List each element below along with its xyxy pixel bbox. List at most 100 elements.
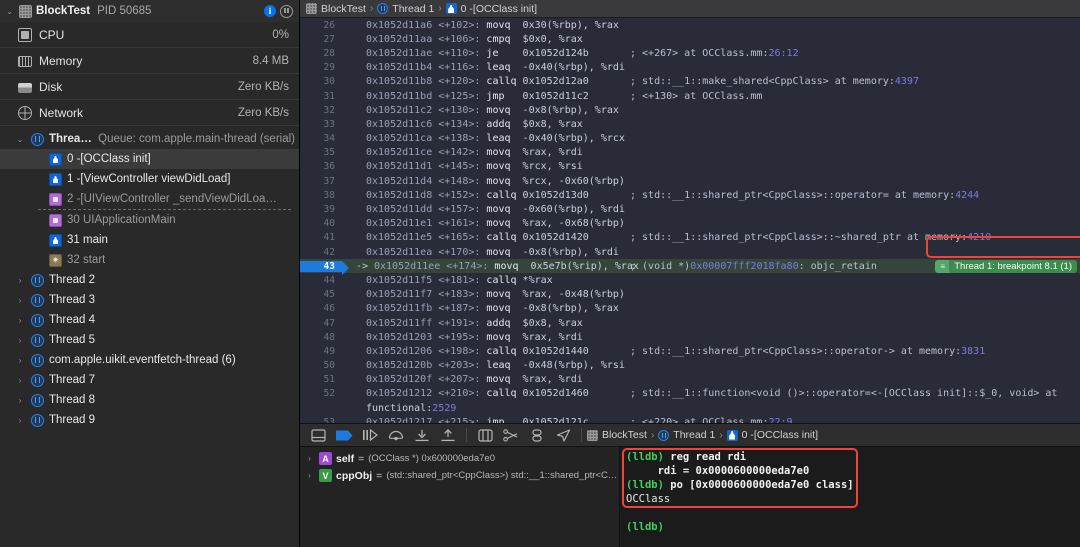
assembly-row[interactable]: 330x1052d11c6 <+134>: addq $0x8, %rax xyxy=(300,117,1080,131)
debug-memory-graph-icon[interactable] xyxy=(498,424,524,446)
assembly-row[interactable]: 510x1052d120f <+207>: movq %rax, %rdi xyxy=(300,373,1080,387)
gauge-row-memory[interactable]: Memory8.4 MB xyxy=(0,48,299,74)
thread-list-item[interactable]: 1 -[ViewController viewDidLoad] xyxy=(0,169,299,189)
assembly-listing[interactable]: 260x1052d11a6 <+102>: movq 0x30(%rbp), %… xyxy=(300,18,1080,423)
thread-list-item[interactable]: 31 main xyxy=(0,230,299,250)
variables-view[interactable]: ›Aself = (OCClass *) 0x600000eda7e0›Vcpp… xyxy=(300,447,620,547)
thread-list-item[interactable]: ⌄Thread 1Queue: com.apple.main-thread (s… xyxy=(0,129,299,149)
assembly-row[interactable]: 440x1052d11f5 <+181>: callq *%rax xyxy=(300,273,1080,287)
assembly-row[interactable]: 380x1052d11d8 <+152>: callq 0x1052d13d0;… xyxy=(300,188,1080,202)
process-disclosure-icon[interactable]: ⌄ xyxy=(4,7,15,16)
disclosure-triangle-icon[interactable]: › xyxy=(14,336,26,345)
assembly-row[interactable]: 520x1052d1212 <+210>: callq 0x1052d1460;… xyxy=(300,387,1080,401)
assembly-row[interactable]: 300x1052d11b8 <+120>: callq 0x1052d12a0;… xyxy=(300,75,1080,89)
breadcrumb-item-frame[interactable]: 0 -[OCClass init] xyxy=(446,3,537,15)
disclosure-triangle-icon[interactable]: › xyxy=(14,276,26,285)
step-over-icon[interactable] xyxy=(383,424,409,446)
disclosure-triangle-icon[interactable]: › xyxy=(304,471,315,480)
gauge-row-network[interactable]: NetworkZero KB/s xyxy=(0,100,299,126)
debug-breadcrumb-item-process[interactable]: BlockTest xyxy=(587,429,647,441)
debug-view-hierarchy-icon[interactable] xyxy=(472,424,498,446)
thread-label: 30 UIApplicationMain xyxy=(67,214,176,226)
breadcrumb-label: 0 -[OCClass init] xyxy=(461,3,537,15)
variable-row[interactable]: ›Aself = (OCClass *) 0x600000eda7e0 xyxy=(300,450,619,467)
assembly-row[interactable]: 340x1052d11ca <+138>: leaq -0x40(%rbp), … xyxy=(300,132,1080,146)
instruction-mnemonic: movq xyxy=(486,20,522,31)
assembly-row[interactable]: 270x1052d11aa <+106>: cmpq $0x0, %rax xyxy=(300,32,1080,46)
assembly-row[interactable]: 480x1052d1203 <+195>: movq %rax, %rdi xyxy=(300,330,1080,344)
disclosure-triangle-icon[interactable]: › xyxy=(14,376,26,385)
info-icon[interactable]: i xyxy=(264,5,276,17)
assembly-row[interactable]: 460x1052d11fb <+187>: movq -0x8(%rbp), %… xyxy=(300,302,1080,316)
assembly-row-current[interactable]: 43->0x1052d11ee <+174>: movq 0x5e7b(%rip… xyxy=(300,259,1080,273)
lldb-console[interactable]: (lldb) reg read rdi rdi = 0x0000600000ed… xyxy=(620,447,1080,547)
assembly-row[interactable]: 360x1052d11d1 <+145>: movq %rcx, %rsi xyxy=(300,160,1080,174)
disclosure-triangle-icon[interactable]: › xyxy=(304,454,315,463)
assembly-row[interactable]: 260x1052d11a6 <+102>: movq 0x30(%rbp), %… xyxy=(300,18,1080,32)
instruction-address: 0x1052d120b xyxy=(366,360,438,371)
assembly-row[interactable]: 290x1052d11b4 <+116>: leaq -0x40(%rbp), … xyxy=(300,61,1080,75)
assembly-row[interactable]: 500x1052d120b <+203>: leaq -0x48(%rbp), … xyxy=(300,359,1080,373)
disclosure-triangle-icon[interactable]: › xyxy=(14,296,26,305)
assembly-row[interactable]: 310x1052d11bd <+125>: jmp 0x1052d11c2; <… xyxy=(300,89,1080,103)
assembly-row[interactable]: functional:2529 xyxy=(300,401,1080,415)
assembly-row[interactable]: 390x1052d11dd <+157>: movq -0x60(%rbp), … xyxy=(300,202,1080,216)
comment-reference-number: 3831 xyxy=(961,346,985,357)
assembly-row[interactable]: 320x1052d11c2 <+130>: movq -0x8(%rbp), %… xyxy=(300,103,1080,117)
stack-frame-icon xyxy=(446,3,457,14)
assembly-row[interactable]: 470x1052d11ff <+191>: addq $0x8, %rax xyxy=(300,316,1080,330)
thread-list-item[interactable]: ›Thread 7 xyxy=(0,370,299,390)
breadcrumb-item-thread[interactable]: Thread 1 xyxy=(377,3,434,15)
assembly-row[interactable]: 450x1052d11f7 <+183>: movq %rax, -0x48(%… xyxy=(300,288,1080,302)
disclosure-triangle-icon[interactable]: ⌄ xyxy=(14,135,26,144)
assembly-comment-continuation: functional: xyxy=(366,403,432,414)
pause-icon[interactable] xyxy=(280,5,293,18)
disclosure-triangle-icon[interactable]: › xyxy=(14,396,26,405)
continue-icon[interactable] xyxy=(357,424,383,446)
thread-list-item[interactable]: ›Thread 5 xyxy=(0,330,299,350)
thread-list-item[interactable]: 30 UIApplicationMain xyxy=(0,210,299,230)
assembly-row[interactable]: 280x1052d11ae <+110>: je 0x1052d124b; <+… xyxy=(300,46,1080,60)
thread-list-item[interactable]: 0 -[OCClass init] xyxy=(0,149,299,169)
thread-list-item[interactable]: › Thread 2 xyxy=(0,270,299,290)
simulate-location-icon[interactable] xyxy=(550,424,576,446)
thread-queue-label: Queue: com.apple.main-thread (serial) xyxy=(98,133,295,145)
step-into-icon[interactable] xyxy=(409,424,435,446)
chevron-right-icon: › xyxy=(651,430,654,441)
gauge-row-cpu[interactable]: CPU0% xyxy=(0,22,299,48)
environment-overrides-icon[interactable] xyxy=(524,424,550,446)
debug-breadcrumb-item-thread[interactable]: Thread 1 xyxy=(658,429,715,441)
thread-list-item[interactable]: ›Thread 3 xyxy=(0,290,299,310)
disclosure-triangle-icon[interactable]: › xyxy=(14,416,26,425)
disclosure-triangle-icon[interactable]: › xyxy=(14,356,26,365)
line-number: 34 xyxy=(300,133,342,144)
line-number: 32 xyxy=(300,105,342,116)
assembly-row[interactable]: 370x1052d11d4 <+148>: movq %rcx, -0x60(%… xyxy=(300,174,1080,188)
debug-breadcrumb-item-frame[interactable]: 0 -[OCClass init] xyxy=(727,429,818,441)
thread-list-item[interactable]: ›com.apple.uikit.eventfetch-thread (6) xyxy=(0,350,299,370)
assembly-row[interactable]: 530x1052d1217 <+215>: jmp 0x1052d121c; <… xyxy=(300,415,1080,423)
assembly-row[interactable]: 490x1052d1206 <+198>: callq 0x1052d1440;… xyxy=(300,344,1080,358)
thread-list-item[interactable]: ›Thread 4 xyxy=(0,310,299,330)
line-number: 47 xyxy=(300,318,342,329)
process-header-row[interactable]: ⌄ BlockTest PID 50685 i xyxy=(0,0,299,22)
assembly-row[interactable]: 420x1052d11ea <+170>: movq -0x8(%rbp), %… xyxy=(300,245,1080,259)
assembly-row[interactable]: 410x1052d11e5 <+165>: callq 0x1052d1420;… xyxy=(300,231,1080,245)
disclosure-triangle-icon[interactable]: › xyxy=(14,316,26,325)
breadcrumb-item-process[interactable]: BlockTest xyxy=(306,3,366,15)
breakpoint-annotation[interactable]: ≡Thread 1: breakpoint 8.1 (1) xyxy=(935,260,1077,273)
variable-row[interactable]: ›VcppObj = (std::shared_ptr<CppClass>) s… xyxy=(300,467,619,484)
user-icon xyxy=(49,173,62,186)
line-number: 27 xyxy=(300,34,342,45)
assembly-row[interactable]: 400x1052d11e1 <+161>: movq %rax, -0x68(%… xyxy=(300,217,1080,231)
assembly-row[interactable]: 350x1052d11ce <+142>: movq %rax, %rdi xyxy=(300,146,1080,160)
deactivate-breakpoints-icon[interactable] xyxy=(331,424,357,446)
hide-debug-area-icon[interactable] xyxy=(305,424,331,446)
thread-list-item[interactable]: 32 start xyxy=(0,250,299,270)
thread-list-item[interactable]: ›Thread 8 xyxy=(0,390,299,410)
thread-label: Thread 2 xyxy=(49,274,95,286)
thread-list-item[interactable]: ›Thread 9 xyxy=(0,410,299,430)
thread-list-item[interactable]: 2 -[UIViewController _sendViewDidLoadWit… xyxy=(0,189,299,209)
step-out-icon[interactable] xyxy=(435,424,461,446)
gauge-row-disk[interactable]: DiskZero KB/s xyxy=(0,74,299,100)
